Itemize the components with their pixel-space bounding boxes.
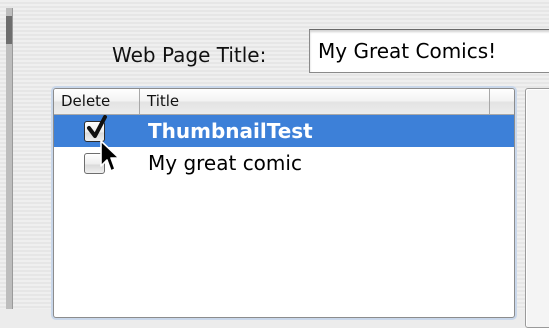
column-header-filler	[490, 89, 514, 114]
column-header-delete[interactable]: Delete	[54, 89, 140, 114]
arrow-pointer-icon	[100, 140, 120, 172]
comics-table[interactable]: Delete Title ThumbnailTest My great comi…	[53, 88, 515, 318]
row-title: My great comic	[148, 151, 302, 175]
web-page-title-input[interactable]	[309, 29, 549, 73]
delete-checkbox[interactable]	[84, 115, 107, 142]
adjacent-panel	[525, 88, 549, 328]
table-header: Delete Title	[54, 89, 514, 115]
web-page-title-label: Web Page Title:	[112, 43, 267, 67]
table-row[interactable]: My great comic	[54, 147, 514, 179]
row-title: ThumbnailTest	[148, 119, 313, 143]
window-edge	[6, 8, 13, 309]
checkmark-icon	[87, 115, 107, 138]
table-row[interactable]: ThumbnailTest	[54, 115, 514, 147]
column-header-title[interactable]: Title	[140, 89, 490, 114]
window-edge-cap	[6, 16, 12, 44]
